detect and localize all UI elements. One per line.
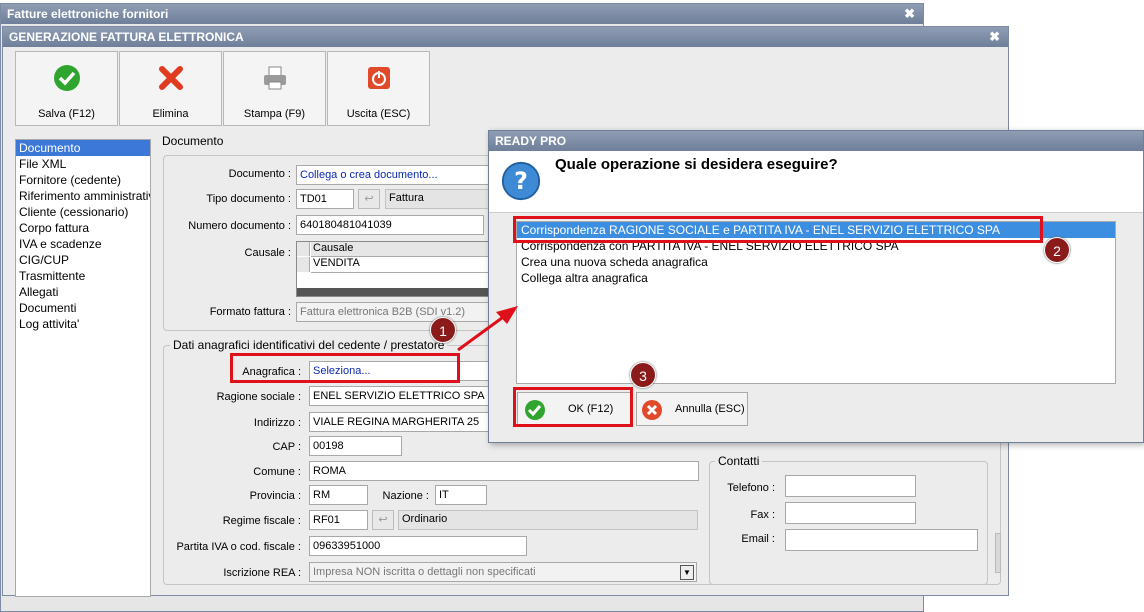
tipo-documento-code[interactable]: TD01 (296, 189, 354, 209)
nazione-field[interactable]: IT (435, 485, 487, 505)
indirizzo-field[interactable]: VIALE REGINA MARGHERITA 25 (309, 412, 493, 432)
causale-row[interactable]: VENDITA (311, 257, 495, 273)
option-collega-altra[interactable]: Collega altra anagrafica (517, 270, 1115, 286)
form-scrollbar[interactable] (995, 533, 1001, 573)
dialog-question: Quale operazione si desidera eseguire? (555, 156, 838, 173)
nav-item-documento[interactable]: Documento (16, 140, 150, 156)
indirizzo-label: Indirizzo : (253, 417, 301, 429)
fax-label: Fax : (750, 509, 775, 521)
iscrizione-rea-select[interactable]: Impresa NON iscritta o dettagli non spec… (309, 562, 697, 582)
iscrizione-rea-value: Impresa NON iscritta o dettagli non spec… (313, 566, 536, 578)
regime-fiscale-desc: Ordinario (398, 510, 698, 530)
telefono-label: Telefono : (727, 482, 775, 494)
question-icon: ? (501, 161, 541, 201)
nav-item-log[interactable]: Log attivita' (16, 316, 150, 332)
delete-button[interactable]: Elimina (119, 51, 222, 126)
cancel-button[interactable]: Annulla (ESC) (636, 392, 748, 426)
nav-item-trasmittente[interactable]: Trasmittente (16, 268, 150, 284)
annotation-badge-1: 1 (430, 317, 456, 343)
comune-field[interactable]: ROMA (309, 461, 699, 481)
dialog-title: READY PRO (495, 134, 567, 148)
nav-item-documenti[interactable]: Documenti (16, 300, 150, 316)
svg-text:?: ? (514, 167, 528, 195)
check-icon (53, 65, 80, 91)
provincia-label: Provincia : (249, 490, 301, 502)
outer-window-titlebar[interactable]: Fatture elettroniche fornitori ✖ (1, 4, 923, 24)
nav-item-fornitore[interactable]: Fornitore (cedente) (16, 172, 150, 188)
nav-item-cig[interactable]: CIG/CUP (16, 252, 150, 268)
causale-label: Causale : (244, 247, 291, 259)
save-button[interactable]: Salva (F12) (15, 51, 118, 126)
documento-group-label: Documento (159, 134, 227, 148)
inner-window-titlebar[interactable]: GENERAZIONE FATTURA ELETTRONICA ✖ (3, 27, 1008, 47)
nav-item-cliente[interactable]: Cliente (cessionario) (16, 204, 150, 220)
partita-iva-label: Partita IVA o cod. fiscale : (176, 541, 301, 553)
causale-row-marker (297, 257, 310, 272)
cancel-icon (642, 400, 662, 420)
lookup-icon[interactable]: ↩ (372, 510, 394, 530)
partita-iva-field[interactable]: 09633951000 (309, 536, 527, 556)
close-icon[interactable]: ✖ (989, 29, 1000, 45)
dialog-options-list: Corrispondenza RAGIONE SOCIALE e PARTITA… (516, 221, 1116, 384)
delete-x-icon (158, 66, 183, 90)
cap-field[interactable]: 00198 (309, 436, 402, 456)
close-icon[interactable]: ✖ (904, 6, 915, 22)
contatti-group-label: Contatti (715, 454, 763, 468)
nav-item-riferimento[interactable]: Riferimento amministrativo (16, 188, 150, 204)
documento-label: Documento : (228, 168, 291, 180)
outer-window-title: Fatture elettroniche fornitori (7, 7, 169, 21)
cancel-button-label: Annulla (ESC) (675, 403, 745, 415)
telefono-field[interactable] (785, 475, 916, 497)
print-button[interactable]: Stampa (F9) (223, 51, 326, 126)
annotation-badge-2: 2 (1044, 237, 1070, 263)
formato-fattura-label: Formato fattura : (209, 306, 291, 318)
option-nuova-scheda[interactable]: Crea una nuova scheda anagrafica (517, 254, 1115, 270)
exit-button[interactable]: Uscita (ESC) (327, 51, 430, 126)
save-button-label: Salva (F12) (38, 108, 95, 120)
fax-field[interactable] (785, 502, 916, 524)
highlight-option (513, 216, 1043, 243)
highlight-ok-button (513, 387, 633, 427)
email-field[interactable] (785, 529, 978, 551)
highlight-anagrafica (230, 353, 460, 383)
exit-button-label: Uscita (ESC) (346, 108, 411, 120)
numero-documento-label: Numero documento : (188, 220, 291, 232)
cap-label: CAP : (272, 441, 301, 453)
printer-icon (263, 66, 286, 90)
iscrizione-rea-label: Iscrizione REA : (223, 567, 301, 579)
print-button-label: Stampa (F9) (243, 108, 306, 120)
power-icon (367, 67, 390, 89)
causale-grid-header (297, 242, 310, 256)
delete-button-label: Elimina (152, 108, 189, 120)
ragione-sociale-label: Ragione sociale : (216, 391, 301, 403)
regime-fiscale-code[interactable]: RF01 (309, 510, 368, 530)
section-nav-list: Documento File XML Fornitore (cedente) R… (15, 139, 151, 597)
causale-column-header[interactable]: Causale (311, 242, 495, 257)
annotation-badge-3: 3 (630, 362, 656, 388)
lookup-icon[interactable]: ↩ (358, 189, 380, 209)
nazione-label: Nazione : (382, 490, 429, 502)
nav-item-iva[interactable]: IVA e scadenze (16, 236, 150, 252)
ragione-sociale-field[interactable]: ENEL SERVIZIO ELETTRICO SPA (309, 386, 493, 406)
nav-item-corpo[interactable]: Corpo fattura (16, 220, 150, 236)
comune-label: Comune : (253, 466, 301, 478)
email-label: Email : (741, 533, 775, 545)
dialog-titlebar[interactable]: READY PRO (489, 131, 1143, 151)
documento-field[interactable]: Collega o crea documento... (296, 165, 496, 185)
tipo-documento-desc: Fattura (385, 189, 497, 209)
nav-item-allegati[interactable]: Allegati (16, 284, 150, 300)
regime-fiscale-label: Regime fiscale : (222, 515, 301, 527)
causale-scrollbar[interactable] (297, 288, 495, 296)
inner-window-title: GENERAZIONE FATTURA ELETTRONICA (9, 30, 244, 44)
provincia-field[interactable]: RM (309, 485, 368, 505)
formato-fattura-field[interactable]: Fattura elettronica B2B (SDI v1.2) (296, 302, 496, 322)
causale-grid[interactable]: Causale VENDITA (296, 241, 496, 297)
nav-item-file-xml[interactable]: File XML (16, 156, 150, 172)
cedente-group-label: Dati anagrafici identificativi del ceden… (170, 338, 448, 352)
numero-documento-field[interactable]: 640180481041039 (296, 215, 484, 235)
chevron-down-icon[interactable]: ▼ (680, 565, 694, 580)
tipo-documento-label: Tipo documento : (206, 193, 291, 205)
